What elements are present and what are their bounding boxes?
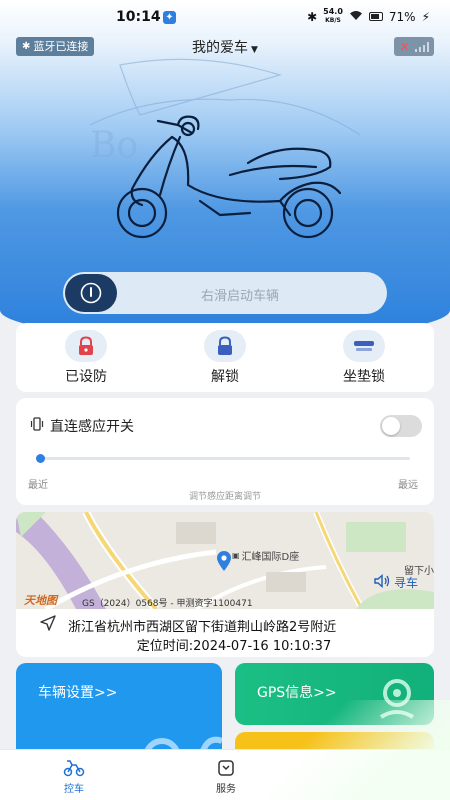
tab-control[interactable]: 控车 (44, 758, 104, 795)
distance-slider[interactable] (36, 454, 410, 463)
vehicle-settings-tile[interactable]: 车辆设置>> (16, 663, 222, 763)
vehicle-settings-label: 车辆设置>> (38, 685, 118, 701)
bottom-tab-bar: 控车 服务 (0, 749, 450, 800)
seat-lock-icon (343, 330, 385, 362)
slide-to-start-label: 右滑启动车辆 (200, 289, 279, 304)
gps-pin-icon (379, 679, 415, 719)
map-copyright: GS（2024）0568号 - 甲测资字1100471 (82, 599, 253, 609)
gps-info-tile[interactable]: GPS信息>> (235, 663, 434, 725)
distance-slider-thumb[interactable] (36, 454, 45, 463)
unlock-label: 解锁 (211, 369, 239, 385)
scooter-illustration: Bo (80, 55, 370, 245)
armed-button[interactable]: 已设防 (36, 330, 136, 386)
app-notification-icon: ✦ (163, 11, 176, 24)
page-title: 我的爱车 (192, 40, 249, 56)
toggle-knob (382, 417, 400, 435)
find-car-label: 寻车 (393, 576, 418, 590)
navigation-arrow-icon (40, 615, 56, 635)
status-time: 10:14 (116, 9, 161, 25)
chevron-down-icon: ▼ (251, 45, 258, 55)
proximity-card: 直连感应开关 最近 最远 调节感应距离调节 (16, 398, 434, 505)
range-caption: 调节感应距离调节 (188, 492, 261, 502)
gps-info-label: GPS信息>> (257, 685, 337, 701)
battery-percent: 71% (388, 9, 416, 24)
svg-text:Bo: Bo (90, 125, 138, 166)
lock-controls-card: 已设防 解锁 坐垫锁 (16, 323, 434, 392)
status-icons: ✱ 54.0 KB/S 71% ⚡ (307, 8, 430, 25)
service-tab-icon (196, 758, 256, 778)
tab-service[interactable]: 服务 (196, 758, 256, 795)
map-poi: ▣ 汇峰国际D座 (232, 548, 299, 563)
address-text: 浙江省杭州市西湖区留下街道荆山岭路2号附近 (68, 619, 337, 635)
seat-lock-button[interactable]: 坐垫锁 (314, 330, 414, 386)
network-speed-unit: KB/S (325, 17, 341, 24)
armed-label: 已设防 (65, 369, 107, 385)
location-card: ▣ 汇峰国际D座 留下小 天地图 GS（2024）0568号 - 甲测资字1100… (16, 512, 434, 657)
no-signal-icon: ✕ (399, 39, 410, 54)
location-pin-icon (217, 551, 231, 571)
tab-service-label: 服务 (216, 784, 236, 795)
lock-red-icon (65, 330, 107, 362)
unlock-button[interactable]: 解锁 (175, 330, 275, 386)
slide-to-start[interactable]: 右滑启动车辆 (63, 272, 387, 314)
vibration-icon (30, 417, 44, 435)
unlock-icon (204, 330, 246, 362)
speaker-icon (374, 573, 390, 591)
network-speed-value: 54.0 (323, 7, 343, 16)
network-speed: 54.0 KB/S (323, 8, 343, 25)
seat-lock-label: 坐垫锁 (343, 369, 385, 385)
vehicle-selector[interactable]: 我的爱车 ▼ (0, 37, 450, 57)
proximity-title-row: 直连感应开关 (30, 416, 134, 436)
address-row: 浙江省杭州市西湖区留下街道荆山岭路2号附近 (40, 615, 336, 635)
charging-icon: ⚡ (421, 9, 430, 24)
map-poi-label: 汇峰国际D座 (241, 552, 300, 563)
proximity-title: 直连感应开关 (50, 419, 134, 435)
bluetooth-status-icon: ✱ (307, 9, 318, 24)
proximity-toggle[interactable] (380, 415, 422, 437)
wifi-icon (349, 10, 363, 24)
location-time: 定位时间:2024-07-16 10:10:37 (136, 639, 332, 654)
scooter-tab-icon (44, 758, 104, 778)
building-icon: ▣ (232, 551, 240, 560)
map-view[interactable]: ▣ 汇峰国际D座 留下小 天地图 GS（2024）0568号 - 甲测资字1100… (16, 512, 434, 609)
status-bar: 10:14 ✦ ✱ 54.0 KB/S 71% ⚡ (0, 0, 450, 34)
signal-badge: ✕ (394, 37, 434, 56)
map-logo: 天地图 (24, 594, 57, 607)
battery-icon (368, 12, 383, 21)
find-car-button[interactable]: 寻车 (374, 573, 418, 591)
signal-bars-icon (414, 41, 429, 52)
tab-control-label: 控车 (64, 784, 84, 795)
